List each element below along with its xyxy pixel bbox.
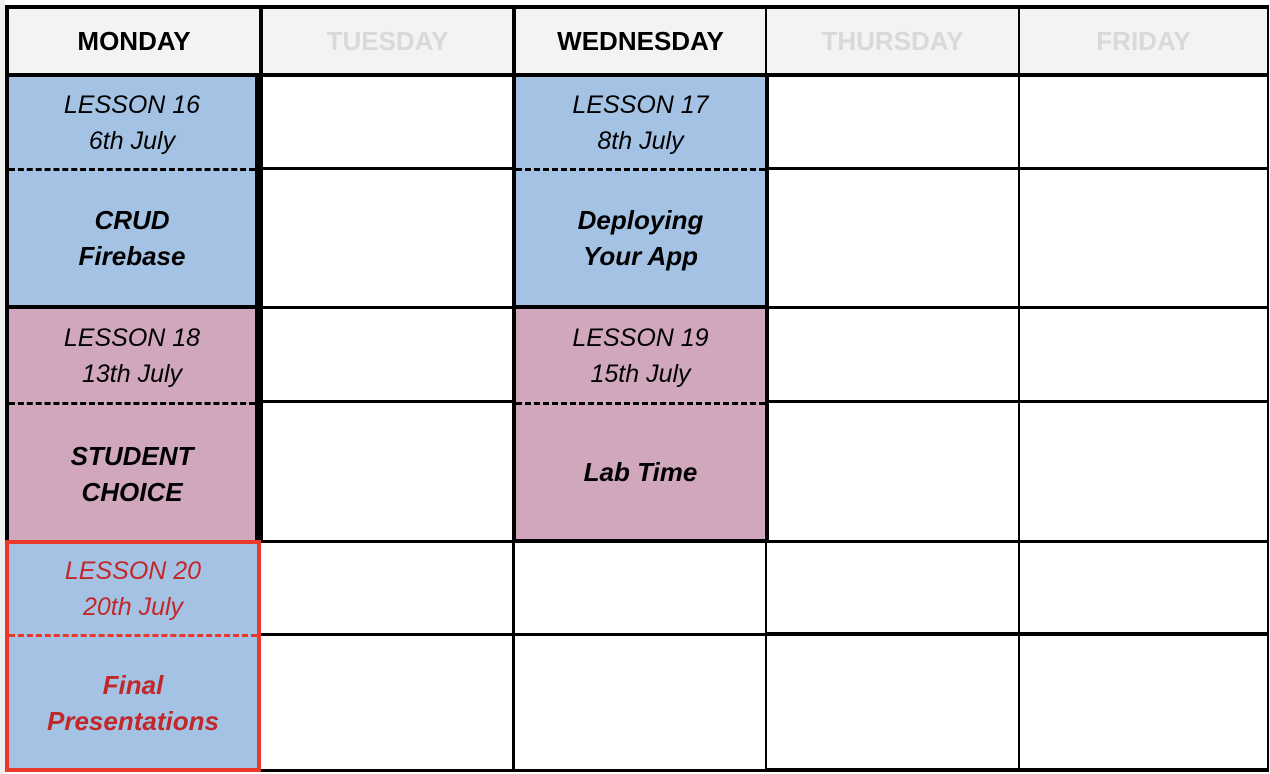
- lesson-title-line: Deploying: [577, 205, 704, 235]
- lesson-title: Lab Time: [516, 405, 765, 539]
- lesson-title-line: STUDENT: [70, 441, 194, 471]
- lesson-header: LESSON 17 8th July: [516, 77, 765, 168]
- header-thursday: THURSDAY: [765, 5, 1018, 77]
- lesson-block-18[interactable]: LESSON 18 13th July STUDENT CHOICE: [5, 309, 259, 543]
- empty-cell[interactable]: [765, 543, 1018, 636]
- lesson-title-line: Lab Time: [583, 457, 698, 487]
- lesson-date: 6th July: [88, 126, 176, 155]
- empty-cell[interactable]: [259, 309, 512, 403]
- empty-cell[interactable]: [512, 636, 765, 772]
- empty-cell[interactable]: [1018, 309, 1269, 403]
- header-wednesday: WEDNESDAY: [512, 5, 765, 77]
- empty-cell[interactable]: [1018, 636, 1269, 772]
- lesson-header: LESSON 19 15th July: [516, 309, 765, 402]
- empty-cell[interactable]: [1018, 170, 1269, 309]
- empty-cell[interactable]: [1018, 77, 1269, 170]
- lesson-date: 13th July: [81, 359, 183, 388]
- lesson-date: 15th July: [590, 359, 691, 388]
- lesson-title: Deploying Your App: [516, 171, 765, 305]
- empty-cell[interactable]: [259, 403, 512, 543]
- empty-cell[interactable]: [1018, 403, 1269, 543]
- empty-cell[interactable]: [259, 636, 512, 772]
- empty-cell[interactable]: [765, 309, 1018, 403]
- lesson-header: LESSON 18 13th July: [9, 309, 255, 402]
- header-monday: MONDAY: [5, 5, 259, 77]
- lesson-block-20[interactable]: LESSON 20 20th July Final Presentations: [5, 540, 261, 772]
- lesson-title-line: Presentations: [47, 705, 219, 736]
- header-friday: FRIDAY: [1018, 5, 1269, 77]
- lesson-date: 8th July: [597, 126, 684, 155]
- lesson-block-19[interactable]: LESSON 19 15th July Lab Time: [512, 309, 769, 543]
- lesson-title-line: Firebase: [78, 241, 186, 271]
- lesson-title-line: Your App: [582, 241, 699, 271]
- header-tuesday: TUESDAY: [259, 5, 512, 77]
- lesson-number: LESSON 19: [572, 323, 709, 352]
- empty-cell[interactable]: [259, 543, 512, 636]
- empty-cell[interactable]: [765, 170, 1018, 309]
- lesson-number: LESSON 20: [64, 557, 202, 585]
- empty-cell[interactable]: [765, 636, 1018, 772]
- empty-cell[interactable]: [512, 543, 765, 636]
- lesson-date: 20th July: [82, 593, 184, 621]
- empty-cell[interactable]: [1018, 543, 1269, 636]
- lesson-number: LESSON 17: [572, 90, 709, 119]
- lesson-title: Final Presentations: [9, 637, 257, 768]
- lesson-block-16[interactable]: LESSON 16 6th July CRUD Firebase: [5, 77, 259, 309]
- lesson-header: LESSON 16 6th July: [9, 77, 255, 168]
- empty-cell[interactable]: [259, 170, 512, 309]
- lesson-header: LESSON 20 20th July: [9, 544, 257, 634]
- lesson-number: LESSON 16: [63, 90, 201, 119]
- lesson-block-17[interactable]: LESSON 17 8th July Deploying Your App: [512, 77, 769, 309]
- lesson-title: STUDENT CHOICE: [9, 405, 255, 543]
- lesson-title: CRUD Firebase: [9, 171, 255, 305]
- empty-cell[interactable]: [765, 77, 1018, 170]
- lesson-title-line: Final: [102, 669, 164, 700]
- lesson-title-line: CHOICE: [81, 477, 183, 507]
- empty-cell[interactable]: [765, 403, 1018, 543]
- lesson-number: LESSON 18: [63, 323, 201, 352]
- empty-cell[interactable]: [259, 77, 512, 170]
- schedule-table: MONDAY TUESDAY WEDNESDAY THURSDAY FRIDAY…: [5, 5, 1269, 772]
- lesson-title-line: CRUD: [94, 205, 170, 235]
